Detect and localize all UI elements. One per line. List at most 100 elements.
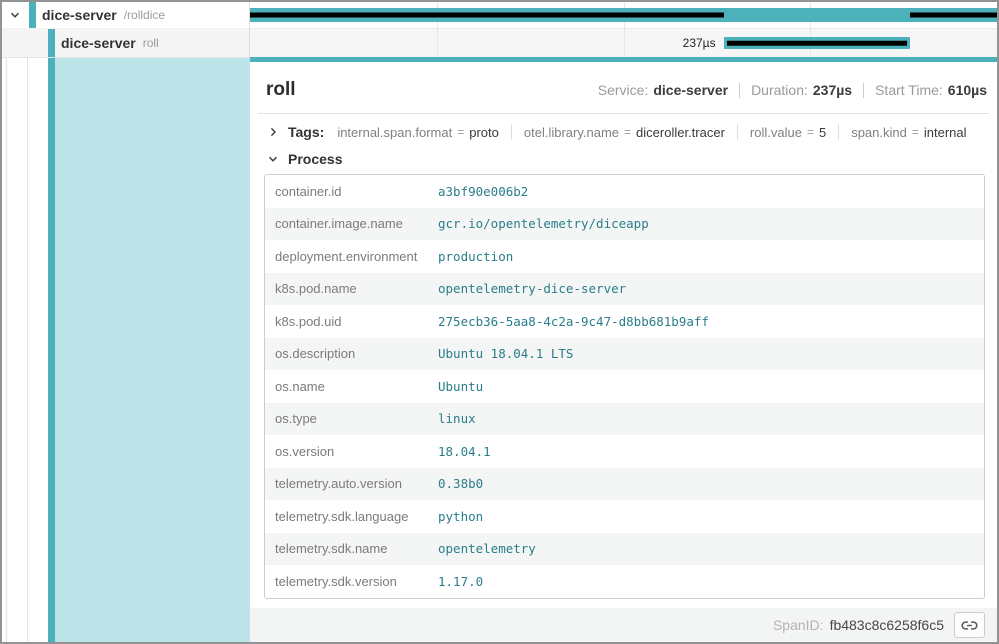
span-row-parent-timeline[interactable]: [250, 2, 997, 29]
critical-path-segment: [727, 41, 908, 46]
table-row: deployment.environmentproduction: [265, 240, 984, 273]
process-value: production: [438, 249, 984, 264]
span-tree-gutter: [2, 57, 250, 642]
chevron-down-icon: [267, 153, 279, 165]
span-row-child-name[interactable]: dice-server roll: [2, 29, 250, 57]
expand-tags-button[interactable]: [266, 125, 280, 139]
process-value: Ubuntu 18.04.1 LTS: [438, 346, 984, 361]
process-value: python: [438, 509, 984, 524]
selected-span-color-stripe: [48, 58, 55, 642]
process-key: os.name: [265, 379, 438, 394]
chevron-right-icon: [267, 126, 279, 138]
tags-section-header[interactable]: Tags: internal.span.format = proto otel.…: [264, 124, 987, 140]
process-value: gcr.io/opentelemetry/diceapp: [438, 216, 984, 231]
service-label: Service:: [598, 82, 649, 98]
process-key: container.image.name: [265, 216, 438, 231]
process-key: k8s.pod.uid: [265, 314, 438, 329]
copy-span-link-button[interactable]: [954, 612, 985, 638]
table-row: telemetry.sdk.version1.17.0: [265, 565, 984, 598]
service-color-chip: [48, 29, 55, 57]
meta-separator: [739, 83, 740, 98]
chevron-down-icon: [9, 9, 21, 21]
table-row: os.nameUbuntu: [265, 370, 984, 403]
tags-label: Tags:: [288, 124, 324, 140]
critical-path-segment: [250, 13, 724, 18]
process-value: 275ecb36-5aa8-4c2a-9c47-d8bb681b9aff: [438, 314, 984, 329]
tag-equals: =: [624, 125, 631, 139]
process-value: opentelemetry-dice-server: [438, 281, 984, 296]
header-divider: [258, 113, 989, 114]
table-row: telemetry.sdk.languagepython: [265, 500, 984, 533]
start-time-value: 610µs: [948, 82, 987, 98]
process-value: 0.38b0: [438, 476, 984, 491]
span-detail-header: roll Service: dice-server Duration: 237µ…: [264, 79, 987, 101]
table-row: telemetry.sdk.nameopentelemetry: [265, 533, 984, 566]
duration-label: Duration:: [751, 82, 808, 98]
table-row: k8s.pod.nameopentelemetry-dice-server: [265, 273, 984, 306]
process-section-header[interactable]: Process: [264, 151, 987, 167]
process-value: 18.04.1: [438, 444, 984, 459]
span-detail-footer: SpanID: fb483c8c6258f6c5: [250, 608, 997, 642]
span-id-label: SpanID:: [773, 617, 824, 633]
process-key: deployment.environment: [265, 249, 438, 264]
process-key: k8s.pod.name: [265, 281, 438, 296]
tag-value: proto: [469, 125, 499, 140]
process-key: container.id: [265, 184, 438, 199]
process-label: Process: [288, 151, 342, 167]
process-key: telemetry.sdk.name: [265, 541, 438, 556]
span-rows: dice-server /rolldice dice-server roll 2…: [2, 2, 997, 57]
collapse-children-button[interactable]: [8, 8, 22, 22]
span-detail-panel: roll Service: dice-server Duration: 237µ…: [250, 57, 997, 642]
tag-value: 5: [819, 125, 826, 140]
process-value: opentelemetry: [438, 541, 984, 556]
process-key: os.version: [265, 444, 438, 459]
process-value: Ubuntu: [438, 379, 984, 394]
table-row: os.descriptionUbuntu 18.04.1 LTS: [265, 338, 984, 371]
child-span-bar[interactable]: [724, 37, 911, 49]
table-row: container.image.namegcr.io/opentelemetry…: [265, 208, 984, 241]
service-color-chip: [29, 2, 36, 28]
process-key: os.description: [265, 346, 438, 361]
process-key: telemetry.sdk.version: [265, 574, 438, 589]
indent-guide: [6, 58, 7, 642]
tag-summary-list: internal.span.format = proto otel.librar…: [337, 124, 966, 140]
operation-name: /rolldice: [124, 8, 165, 22]
span-row-parent-name[interactable]: dice-server /rolldice: [2, 2, 250, 29]
tag-separator: [511, 124, 512, 140]
tag-separator: [737, 124, 738, 140]
operation-name: roll: [143, 36, 159, 50]
process-key: telemetry.sdk.language: [265, 509, 438, 524]
service-name: dice-server: [61, 35, 136, 51]
service-name: dice-server: [42, 7, 117, 23]
critical-path-segment: [910, 13, 997, 18]
table-row: k8s.pod.uid275ecb36-5aa8-4c2a-9c47-d8bb6…: [265, 305, 984, 338]
tag-key: internal.span.format: [337, 125, 452, 140]
tag-key: otel.library.name: [524, 125, 619, 140]
table-row: container.ida3bf90e006b2: [265, 175, 984, 208]
tag-value: internal: [924, 125, 967, 140]
selected-span-highlight: [55, 58, 250, 642]
service-value: dice-server: [653, 82, 728, 98]
process-kv-table: container.ida3bf90e006b2 container.image…: [264, 174, 985, 599]
trace-detail-window: dice-server /rolldice dice-server roll 2…: [0, 0, 999, 644]
process-key: telemetry.auto.version: [265, 476, 438, 491]
tag-separator: [838, 124, 839, 140]
process-value: a3bf90e006b2: [438, 184, 984, 199]
span-duration-label: 237µs: [683, 36, 716, 50]
tag-equals: =: [912, 125, 919, 139]
collapse-process-button[interactable]: [266, 152, 280, 166]
process-key: os.type: [265, 411, 438, 426]
parent-span-bar[interactable]: [250, 8, 997, 22]
span-operation-title: roll: [264, 79, 296, 101]
process-value: 1.17.0: [438, 574, 984, 589]
table-row: telemetry.auto.version0.38b0: [265, 468, 984, 501]
table-row: os.version18.04.1: [265, 435, 984, 468]
span-id-value: fb483c8c6258f6c5: [830, 617, 944, 633]
tag-key: roll.value: [750, 125, 802, 140]
tag-key: span.kind: [851, 125, 907, 140]
meta-separator: [863, 83, 864, 98]
span-row-child-timeline[interactable]: 237µs: [250, 29, 997, 57]
start-time-label: Start Time:: [875, 82, 943, 98]
duration-value: 237µs: [813, 82, 852, 98]
span-meta: Service: dice-server Duration: 237µs Sta…: [598, 82, 987, 98]
